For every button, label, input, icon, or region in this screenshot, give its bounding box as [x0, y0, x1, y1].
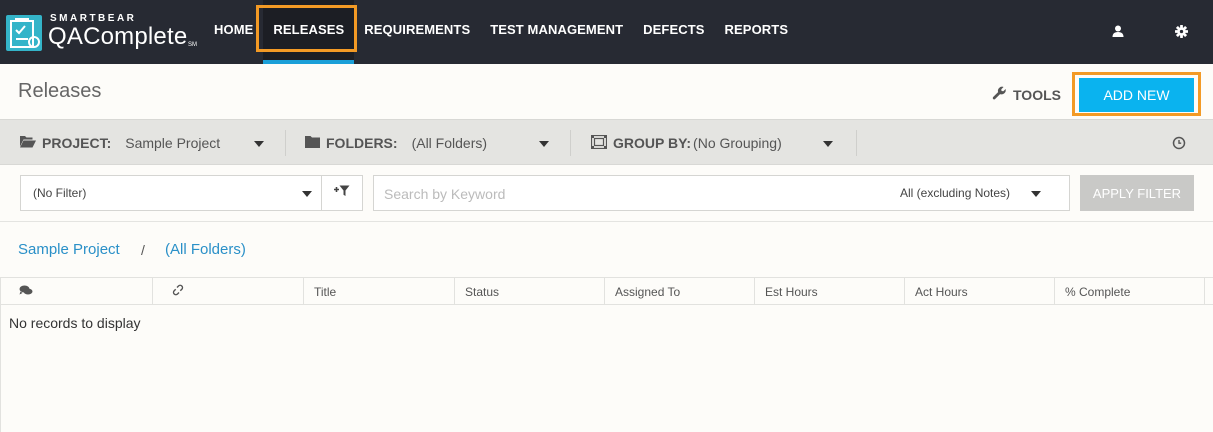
- column-percent-complete[interactable]: % Complete: [1055, 278, 1205, 305]
- add-filter-button[interactable]: [322, 175, 363, 211]
- column-comments[interactable]: [0, 278, 153, 305]
- apply-filter-button[interactable]: APPLY FILTER: [1080, 175, 1194, 211]
- column-assigned-to[interactable]: Assigned To: [605, 278, 755, 305]
- add-filter-icon: [334, 184, 350, 202]
- releases-grid: Title Status Assigned To Est Hours Act H…: [0, 277, 1213, 432]
- brand-product: QAComplete: [48, 23, 188, 50]
- gear-icon[interactable]: [1172, 22, 1190, 40]
- folders-label: FOLDERS:: [326, 135, 398, 151]
- project-value: Sample Project: [125, 135, 221, 151]
- nav-test-management[interactable]: TEST MANAGEMENT: [480, 0, 633, 64]
- search-scope-dropdown-icon[interactable]: [1031, 191, 1041, 197]
- project-filter-bar: PROJECT: Sample Project FOLDERS: (All Fo…: [0, 119, 1213, 165]
- keyword-search: All (excluding Notes): [373, 175, 1070, 211]
- user-icon[interactable]: [1109, 22, 1127, 40]
- empty-grid-message: No records to display: [9, 315, 141, 331]
- group-by-icon: [590, 134, 608, 152]
- group-by-label: GROUP BY:: [613, 135, 692, 151]
- tools-menu[interactable]: TOOLS: [992, 86, 1061, 104]
- breadcrumb-folder[interactable]: (All Folders): [165, 241, 246, 258]
- chevron-down-icon: [302, 191, 312, 197]
- breadcrumb-project[interactable]: Sample Project: [18, 241, 120, 258]
- folders-dropdown-icon[interactable]: [539, 141, 549, 147]
- column-title[interactable]: Title: [304, 278, 455, 305]
- project-selector[interactable]: PROJECT: Sample Project: [20, 120, 220, 166]
- clock-icon[interactable]: [1172, 136, 1186, 150]
- page-title: Releases: [18, 80, 102, 102]
- group-by-selector[interactable]: GROUP BY: (No Grouping): [590, 120, 782, 166]
- column-act-hours[interactable]: Act Hours: [905, 278, 1055, 305]
- project-label: PROJECT:: [42, 135, 112, 151]
- nav-requirements[interactable]: REQUIREMENTS: [354, 0, 480, 64]
- folders-value: (All Folders): [411, 135, 488, 151]
- wrench-icon: [992, 86, 1007, 104]
- filter-separator: [285, 130, 286, 156]
- folder-icon: [305, 135, 320, 151]
- column-links[interactable]: [153, 278, 304, 305]
- grid-header: Title Status Assigned To Est Hours Act H…: [0, 278, 1213, 305]
- saved-filter-value: (No Filter): [33, 186, 87, 200]
- brand-trademark: SM: [188, 42, 197, 48]
- saved-filter-select[interactable]: (No Filter): [20, 175, 322, 211]
- column-est-hours[interactable]: Est Hours: [755, 278, 905, 305]
- folder-open-icon: [20, 135, 36, 151]
- link-icon: [172, 278, 184, 306]
- nav-reports[interactable]: REPORTS: [715, 0, 799, 64]
- project-dropdown-icon[interactable]: [254, 141, 264, 147]
- filter-separator: [570, 130, 571, 156]
- group-by-dropdown-icon[interactable]: [823, 141, 833, 147]
- add-new-button[interactable]: ADD NEW: [1079, 78, 1194, 112]
- search-scope-value[interactable]: All (excluding Notes): [900, 186, 1010, 200]
- group-by-value: (No Grouping): [693, 135, 782, 151]
- tools-label: TOOLS: [1013, 87, 1061, 103]
- nav-defects[interactable]: DEFECTS: [633, 0, 714, 64]
- comments-icon: [19, 278, 33, 306]
- nav-releases[interactable]: RELEASES: [263, 0, 355, 64]
- app-logo[interactable]: SMARTBEAR QAComplete SM: [6, 12, 197, 52]
- breadcrumb-separator: /: [141, 242, 145, 258]
- main-nav: HOME RELEASES REQUIREMENTS TEST MANAGEME…: [204, 0, 798, 64]
- folders-selector[interactable]: FOLDERS: (All Folders): [305, 120, 487, 166]
- nav-home[interactable]: HOME: [204, 0, 263, 64]
- filter-separator: [856, 130, 857, 156]
- column-status[interactable]: Status: [455, 278, 605, 305]
- checklist-logo-icon: [6, 15, 42, 51]
- search-input[interactable]: [384, 184, 864, 204]
- divider: [0, 221, 1213, 222]
- top-navigation-bar: SMARTBEAR QAComplete SM HOME RELEASES RE…: [0, 0, 1213, 64]
